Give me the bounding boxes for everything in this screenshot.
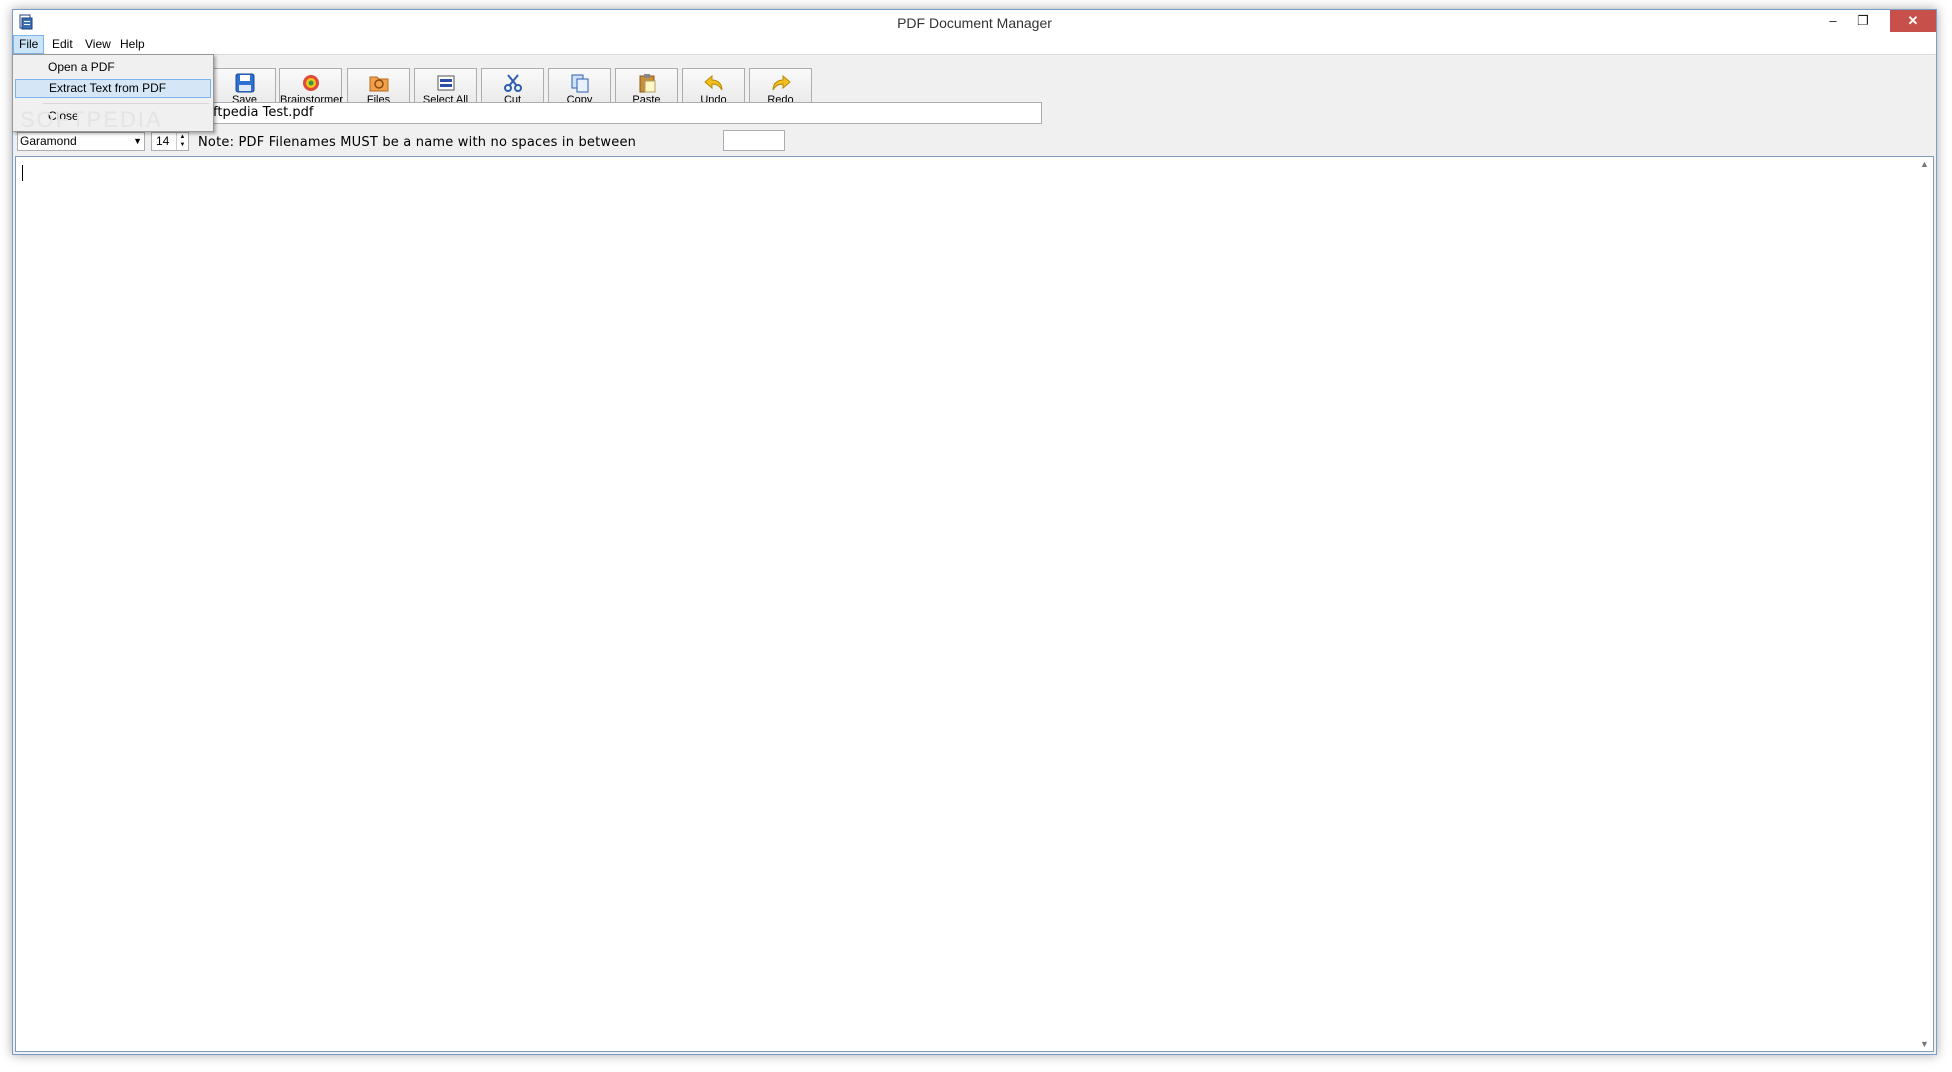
filename-note: Note: PDF Filenames MUST be a name with … <box>198 135 637 150</box>
files-icon <box>369 76 388 92</box>
save-icon <box>235 73 254 93</box>
minimize-button[interactable]: ‒ <box>1818 10 1848 32</box>
font-size-value: 14 <box>156 134 170 148</box>
menu-open-pdf[interactable]: Open a PDF <box>15 58 211 77</box>
menu-file[interactable]: File <box>13 35 45 54</box>
vertical-scrollbar[interactable]: ▲ ▼ <box>1916 157 1933 1051</box>
undo-arrow-icon <box>703 74 722 91</box>
app-window: PDF Document Manager ‒ ❐ ✕ File Edit Vie… <box>12 9 1937 1055</box>
filename-input[interactable]: ftpedia Test.pdf <box>208 102 1042 124</box>
font-size-stepper[interactable]: 14 ▲ ▼ <box>151 132 189 151</box>
text-caret <box>22 165 23 181</box>
menu-bar: File Edit View Help <box>13 35 1936 55</box>
menu-extract-text[interactable]: Extract Text from PDF <box>15 79 211 98</box>
paste-icon <box>639 74 655 93</box>
font-select[interactable]: Garamond ▼ <box>17 132 145 151</box>
watermark: SOFTPEDIA <box>20 107 163 132</box>
text-editor[interactable]: ▲ ▼ <box>15 156 1934 1052</box>
scroll-down-icon[interactable]: ▼ <box>1916 1039 1933 1049</box>
select-all-icon <box>437 75 454 91</box>
brainstormer-icon <box>302 75 319 91</box>
menu-edit[interactable]: Edit <box>47 36 78 53</box>
close-button[interactable]: ✕ <box>1890 10 1936 32</box>
scroll-up-icon[interactable]: ▲ <box>1916 159 1933 169</box>
chevron-down-icon: ▼ <box>133 136 142 146</box>
maximize-button[interactable]: ❐ <box>1848 10 1878 32</box>
menu-view[interactable]: View <box>80 36 116 53</box>
menu-separator <box>43 103 209 104</box>
small-input[interactable] <box>723 130 785 151</box>
format-bar: Garamond ▼ 14 ▲ ▼ Note: PDF Filenames MUS… <box>13 129 1936 153</box>
title-bar: PDF Document Manager ‒ ❐ ✕ <box>13 10 1936 35</box>
font-select-value: Garamond <box>20 134 77 148</box>
copy-icon <box>571 74 588 93</box>
menu-help[interactable]: Help <box>115 36 150 53</box>
scissors-icon <box>503 74 522 92</box>
redo-arrow-icon <box>772 74 791 91</box>
spin-arrows-icon[interactable]: ▲ ▼ <box>176 133 188 150</box>
window-title: PDF Document Manager <box>897 15 1052 31</box>
